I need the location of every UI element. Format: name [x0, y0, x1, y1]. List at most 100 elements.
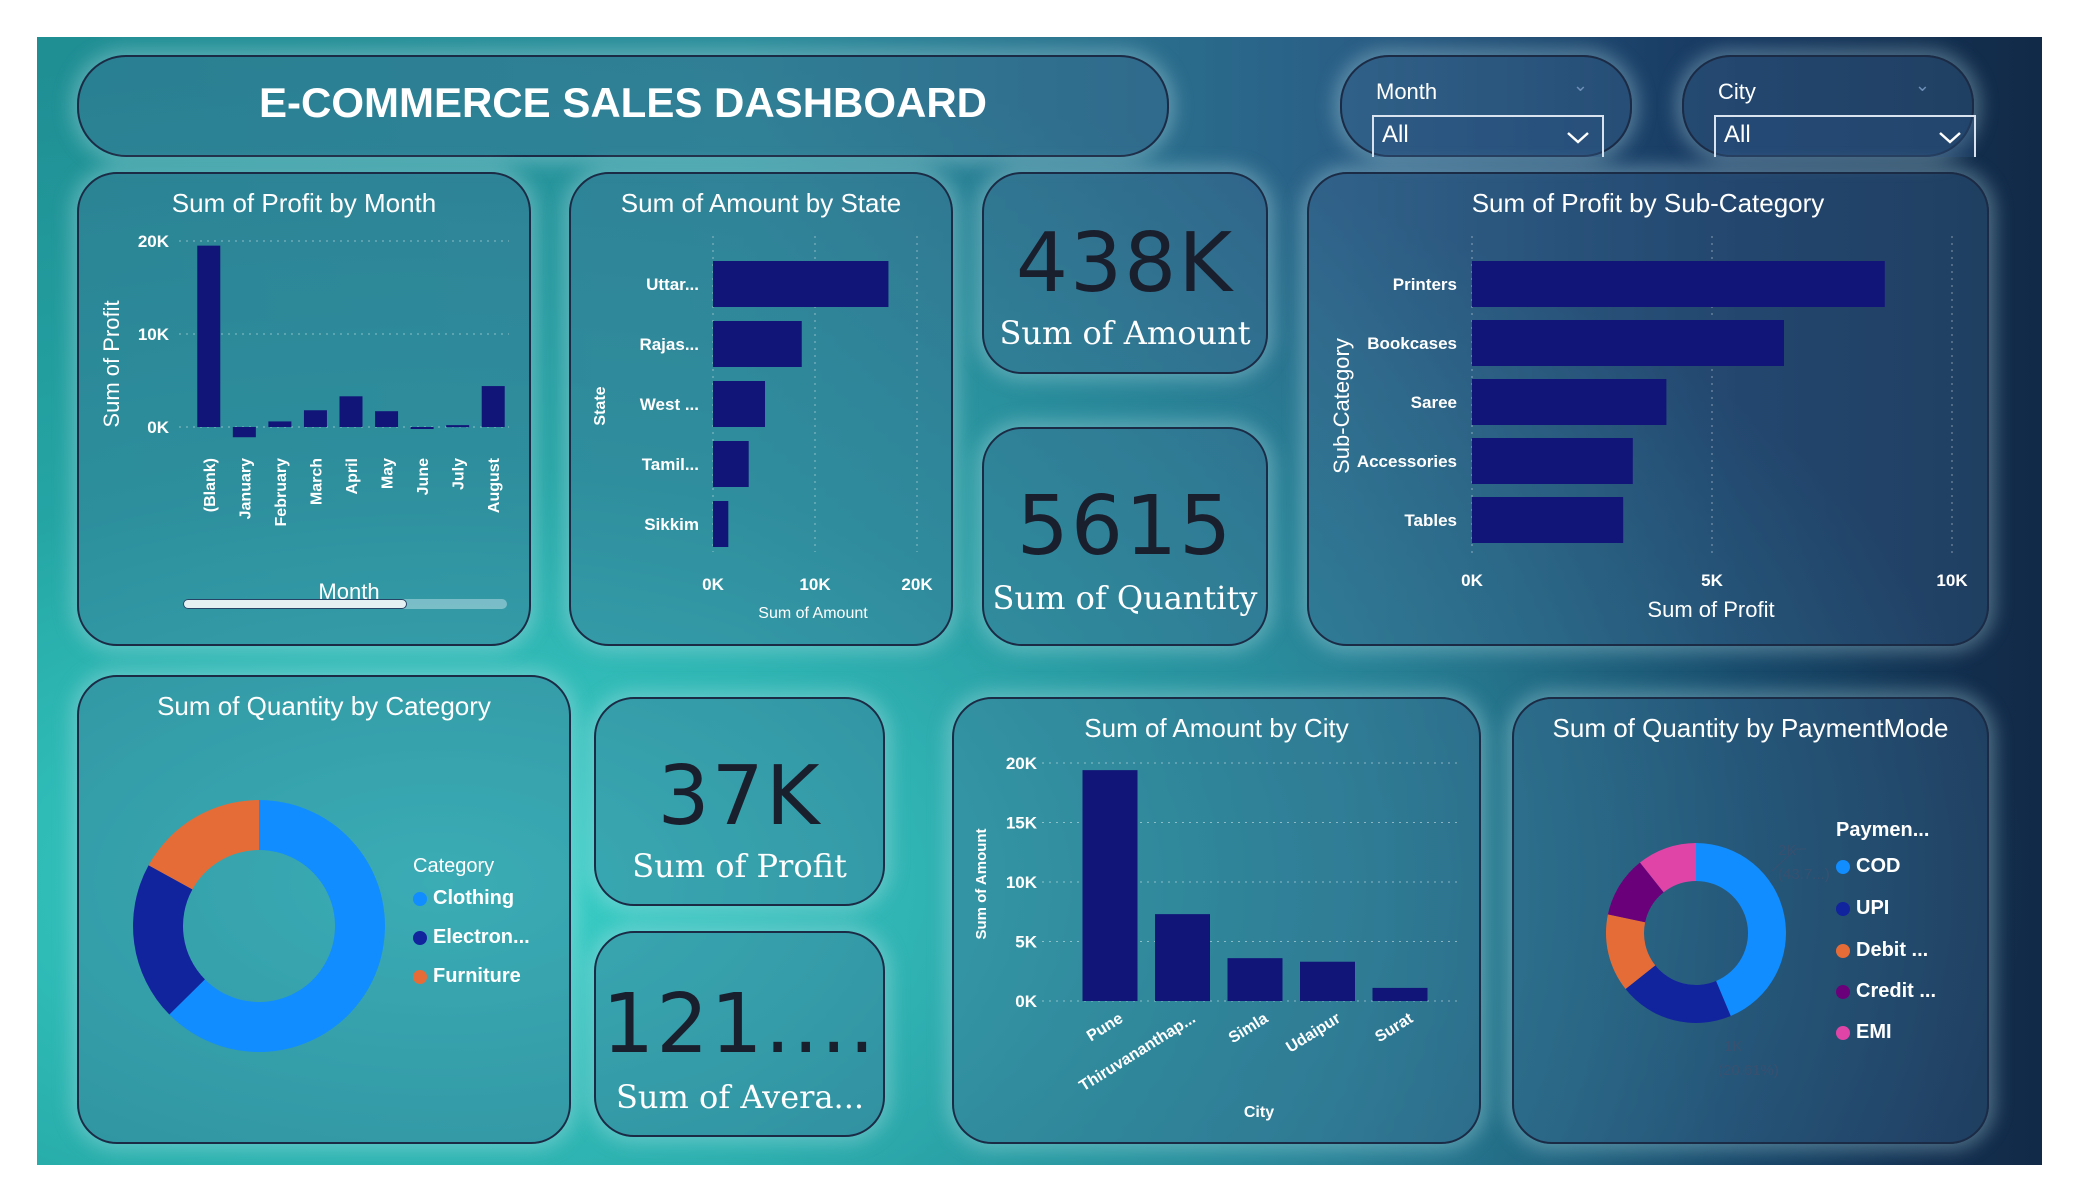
- y-axis-title: Sub-Category: [1329, 338, 1354, 474]
- y-tick-label: Tamil...: [642, 455, 699, 474]
- bar[interactable]: [303, 410, 327, 427]
- bar[interactable]: [481, 386, 505, 427]
- chevron-down-icon[interactable]: ⌄: [1573, 75, 1588, 96]
- bar[interactable]: [446, 425, 470, 428]
- y-tick-label: Saree: [1411, 393, 1457, 412]
- x-tick-label: March: [308, 458, 325, 505]
- bar[interactable]: [1227, 958, 1283, 1001]
- amount-by-city-chart[interactable]: 20K15K10K5K0KPuneThiruvananthap... Simla U…: [954, 699, 1479, 1142]
- legend-dot-icon: [1836, 901, 1850, 916]
- profit-by-subcategory-card[interactable]: Sum of Profit by Sub-Category 0K 5K 10K Pri…: [1307, 172, 1989, 646]
- profit-by-month-chart[interactable]: 20K 10K 0K (Blank) January February March April…: [79, 174, 529, 644]
- kpi-card-profit[interactable]: 37K Sum of Profit: [594, 697, 885, 906]
- chart-scrollbar[interactable]: [183, 599, 507, 609]
- bar[interactable]: [1155, 914, 1210, 1001]
- y-tick-label: 20K: [1006, 754, 1038, 773]
- legend-item-emi[interactable]: EMI: [1836, 1021, 1892, 1044]
- quantity-by-paymentmode-card[interactable]: Sum of Quantity by PaymentMode 2K (43.7..…: [1512, 697, 1989, 1144]
- chevron-down-icon[interactable]: [1566, 131, 1590, 145]
- x-tick-label: 0K: [702, 575, 724, 594]
- x-axis-title: Sum of Profit: [1647, 597, 1774, 622]
- bar[interactable]: [1372, 987, 1428, 1001]
- bar[interactable]: [375, 411, 399, 427]
- y-tick-label: Rajas...: [639, 335, 699, 354]
- city-slicer-label: City: [1718, 79, 1756, 104]
- bar[interactable]: [713, 441, 749, 487]
- kpi-card-quantity[interactable]: 5615 Sum of Quantity: [982, 427, 1268, 646]
- kpi-value: 121....: [602, 977, 877, 1072]
- scrollbar-thumb[interactable]: [183, 599, 407, 609]
- y-axis-title: Sum of Amount: [973, 828, 990, 939]
- y-tick-label: 10K: [138, 325, 170, 344]
- y-tick-label: Printers: [1393, 275, 1457, 294]
- bar[interactable]: [1472, 497, 1624, 543]
- legend-item-electronics[interactable]: Electron...: [413, 926, 530, 949]
- x-tick-label: May: [380, 458, 397, 489]
- city-slicer[interactable]: City ⌄ All: [1682, 55, 1976, 157]
- x-tick-label: January: [237, 458, 254, 519]
- quantity-by-category-card[interactable]: Sum of Quantity by Category Category Clo…: [77, 675, 571, 1144]
- amount-by-state-chart[interactable]: 0K 10K 20K Uttar... Rajas... West ... Tamil...…: [571, 174, 951, 644]
- bar[interactable]: [197, 245, 221, 427]
- bar[interactable]: [1472, 261, 1885, 307]
- legend-dot-icon: [1836, 859, 1850, 874]
- x-tick-label: August: [486, 457, 503, 513]
- x-tick-label: Simla: [1226, 1010, 1271, 1047]
- legend-item-cod[interactable]: COD: [1836, 855, 1900, 878]
- x-axis-title: City: [1244, 1104, 1274, 1121]
- legend-dot-icon: [1836, 984, 1850, 999]
- month-slicer[interactable]: Month ⌄ All: [1340, 55, 1632, 157]
- bar[interactable]: [268, 421, 292, 427]
- kpi-card-amount[interactable]: 438K Sum of Amount: [982, 172, 1268, 374]
- data-label: 2K: [1778, 842, 1796, 859]
- amount-by-state-card[interactable]: Sum of Amount by State 0K 10K 20K Uttar... R…: [569, 172, 953, 646]
- kpi-value: 438K: [1015, 216, 1235, 311]
- y-tick-label: 0K: [147, 418, 169, 437]
- legend-item-debit[interactable]: Debit ...: [1836, 939, 1928, 962]
- legend-item-furniture[interactable]: Furniture: [413, 965, 521, 988]
- chevron-down-icon[interactable]: [1938, 131, 1962, 145]
- legend-title: Paymen...: [1836, 819, 1930, 841]
- x-tick-label: Surat: [1372, 1010, 1416, 1046]
- x-tick-label: April: [344, 458, 361, 494]
- legend-item-credit[interactable]: Credit ...: [1836, 980, 1936, 1003]
- y-tick-label: West ...: [640, 395, 699, 414]
- legend-dot-icon: [413, 891, 427, 906]
- bar[interactable]: [713, 261, 889, 307]
- profit-by-subcategory-chart[interactable]: 0K 5K 10K Printers Bookcases Saree Accessories…: [1309, 174, 1987, 644]
- y-tick-label: 0K: [1015, 992, 1037, 1011]
- bar[interactable]: [232, 427, 256, 438]
- bar[interactable]: [1472, 320, 1784, 366]
- legend-dot-icon: [413, 969, 427, 984]
- bar[interactable]: [713, 381, 766, 427]
- month-dropdown[interactable]: All: [1372, 115, 1604, 157]
- bar[interactable]: [713, 321, 802, 367]
- amount-by-city-card[interactable]: Sum of Amount by City 20K 15K 10K 5K 0K Pune T…: [952, 697, 1481, 1144]
- bar[interactable]: [1300, 961, 1355, 1001]
- kpi-card-average[interactable]: 121.... Sum of Avera...: [594, 931, 885, 1137]
- data-label: (43.7...): [1778, 866, 1830, 883]
- y-axis-title: State: [592, 386, 609, 425]
- chevron-down-icon[interactable]: ⌄: [1915, 75, 1930, 96]
- bar[interactable]: [1472, 379, 1667, 425]
- x-tick-label: June: [415, 458, 432, 495]
- bar[interactable]: [410, 427, 434, 429]
- legend-dot-icon: [1836, 943, 1850, 958]
- y-tick-label: Uttar...: [646, 275, 699, 294]
- bar[interactable]: [713, 501, 729, 547]
- bar[interactable]: [1082, 770, 1138, 1001]
- data-label: 1K: [1724, 1038, 1742, 1055]
- profit-by-month-card[interactable]: Sum of Profit by Month 20K 10K 0K (Blank) Ja…: [77, 172, 531, 646]
- y-tick-label: 15K: [1006, 814, 1038, 833]
- kpi-label: Sum of Amount: [999, 314, 1251, 352]
- data-label: (20.61%): [1718, 1062, 1779, 1079]
- x-tick-label: February: [273, 458, 290, 527]
- x-tick-label: 20K: [901, 575, 933, 594]
- city-dropdown[interactable]: All: [1714, 115, 1976, 157]
- bar[interactable]: [1472, 438, 1633, 484]
- legend-item-clothing[interactable]: Clothing: [413, 887, 514, 910]
- legend-item-upi[interactable]: UPI: [1836, 897, 1889, 920]
- bar[interactable]: [339, 396, 363, 427]
- kpi-label: Sum of Avera...: [616, 1078, 865, 1116]
- quantity-by-paymentmode-chart[interactable]: 2K (43.7...) 1K (20.61%): [1514, 699, 1987, 1142]
